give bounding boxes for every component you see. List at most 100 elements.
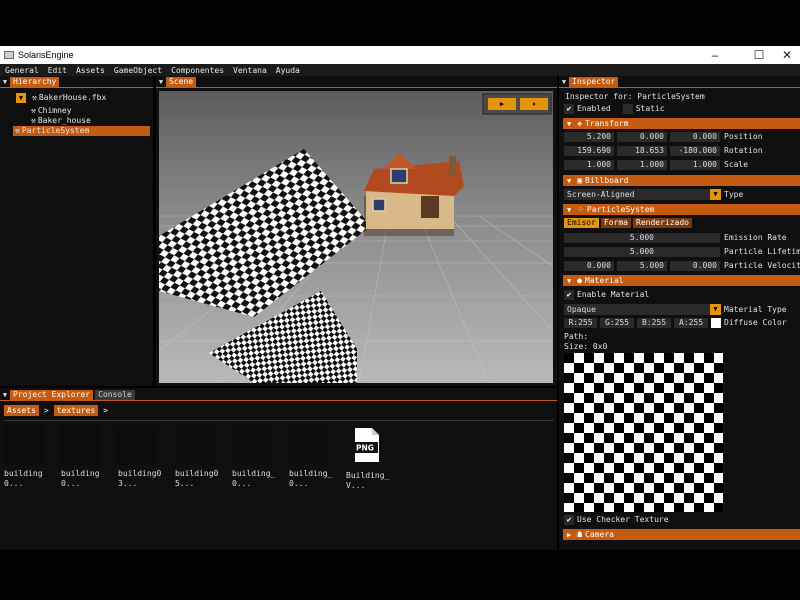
- camera-section-header[interactable]: ▶ ☗ Camera: [563, 529, 800, 540]
- rotation-x-field[interactable]: 159.690: [564, 146, 614, 156]
- emission-rate-field[interactable]: 5.000: [564, 233, 720, 243]
- minimize-button[interactable]: –: [700, 46, 730, 64]
- scale-z-field[interactable]: 1.000: [670, 160, 720, 170]
- tab-console[interactable]: Console: [95, 389, 135, 400]
- scene-viewport[interactable]: [159, 91, 553, 383]
- position-z-field[interactable]: 0.000: [670, 132, 720, 142]
- asset-item[interactable]: PNG Building_ V...: [346, 425, 392, 491]
- diffuse-color-swatch[interactable]: [711, 318, 721, 328]
- particle-lifetime-label: Particle Lifetime: [724, 247, 800, 256]
- asset-name: Building_ V...: [346, 471, 390, 490]
- hierarchy-item-baker-house[interactable]: ⚒ Baker_house: [31, 116, 91, 126]
- breadcrumb-textures[interactable]: textures: [53, 405, 99, 416]
- hierarchy-item-bakerhouse[interactable]: ▼ ⚒ BakerHouse.fbx: [16, 93, 106, 103]
- particlesystem-section-header[interactable]: ▼ ⁘ ParticleSystem: [563, 204, 800, 215]
- hierarchy-item-chimney[interactable]: ⚒ Chimney: [31, 106, 72, 116]
- tab-forma[interactable]: Forma: [600, 218, 631, 228]
- play-button[interactable]: ▶: [488, 98, 516, 110]
- color-r-field[interactable]: R:255: [564, 318, 597, 328]
- inspector-collapse-icon[interactable]: ▼: [559, 78, 569, 86]
- expand-arrow-icon: ▶: [567, 530, 572, 539]
- breadcrumb-assets[interactable]: Assets: [4, 405, 39, 416]
- enable-material-row: ✔ Enable Material: [564, 290, 649, 300]
- object-icon: ⚒: [15, 126, 20, 135]
- collapse-arrow-icon: ▼: [567, 205, 572, 214]
- velocity-z-field[interactable]: 0.000: [670, 261, 720, 271]
- color-g-field[interactable]: G:255: [600, 318, 634, 328]
- use-checker-checkbox[interactable]: ✔: [564, 515, 574, 525]
- scene-collapse-icon[interactable]: ▼: [156, 78, 166, 86]
- menu-edit[interactable]: Edit: [48, 66, 67, 75]
- asset-name: building_ 0...: [289, 469, 333, 488]
- texture-path-label: Path:: [564, 332, 589, 341]
- project-collapse-icon[interactable]: ▼: [0, 391, 10, 399]
- hierarchy-collapse-icon[interactable]: ▼: [0, 78, 10, 86]
- menu-gameobject[interactable]: GameObject: [114, 66, 162, 75]
- expand-arrow-icon[interactable]: ▼: [16, 93, 26, 103]
- texture-thumbnail: [175, 425, 215, 465]
- dropdown-arrow-icon[interactable]: ▼: [710, 189, 721, 200]
- asset-item[interactable]: building0 5...: [175, 425, 221, 489]
- breadcrumb-separator: >: [43, 406, 49, 415]
- velocity-x-field[interactable]: 0.000: [564, 261, 614, 271]
- asset-name: building 0...: [4, 469, 43, 488]
- tab-inspector[interactable]: Inspector: [569, 76, 619, 87]
- menu-componentes[interactable]: Componentes: [171, 66, 224, 75]
- menu-general[interactable]: General: [5, 66, 39, 75]
- section-title: Billboard: [585, 176, 629, 185]
- enabled-checkbox[interactable]: ✔: [564, 104, 574, 114]
- asset-name: building_ 0...: [232, 469, 276, 488]
- close-button[interactable]: ✕: [772, 46, 800, 64]
- material-section-header[interactable]: ▼ ● Material: [563, 275, 800, 286]
- menu-assets[interactable]: Assets: [76, 66, 105, 75]
- asset-item[interactable]: building 0...: [61, 425, 107, 489]
- tab-hierarchy[interactable]: Hierarchy: [10, 76, 60, 87]
- tab-renderizado[interactable]: Renderizado: [633, 218, 692, 228]
- static-checkbox[interactable]: [622, 104, 633, 114]
- png-file-icon: PNG: [352, 428, 379, 462]
- transform-section-header[interactable]: ▼ ✥ Transform: [563, 118, 800, 129]
- breadcrumb: Assets > textures >: [4, 405, 113, 416]
- tab-scene[interactable]: Scene: [166, 76, 197, 87]
- static-label: Static: [635, 104, 665, 113]
- scale-label: Scale: [724, 160, 749, 169]
- hierarchy-item-label: Chimney: [37, 106, 72, 115]
- rotation-z-field[interactable]: -180.000: [670, 146, 720, 156]
- asset-item[interactable]: building_ 0...: [232, 425, 278, 489]
- texture-thumbnail: [289, 425, 329, 465]
- billboard-icon: ▣: [577, 176, 583, 185]
- scale-y-field[interactable]: 1.000: [617, 160, 667, 170]
- texture-thumbnail: [118, 425, 158, 465]
- billboard-section-header[interactable]: ▼ ▣ Billboard: [563, 175, 800, 186]
- project-explorer-panel: ▼ Project Explorer Console Assets > text…: [0, 388, 557, 550]
- rotation-y-field[interactable]: 18.653: [617, 146, 667, 156]
- asset-item[interactable]: building 0...: [4, 425, 50, 489]
- section-title: Transform: [585, 119, 629, 128]
- particle-lifetime-field[interactable]: 5.000: [564, 247, 720, 257]
- tab-emisor[interactable]: Emisor: [564, 218, 599, 228]
- color-b-field[interactable]: B:255: [637, 318, 671, 328]
- velocity-y-field[interactable]: 5.000: [617, 261, 667, 271]
- asset-item[interactable]: building_ 0...: [289, 425, 335, 489]
- rotation-label: Rotation: [724, 146, 763, 155]
- material-type-dropdown[interactable]: Opaque: [564, 304, 710, 315]
- position-y-field[interactable]: 0.000: [617, 132, 667, 142]
- app-icon: [4, 51, 14, 59]
- hierarchy-item-particlesystem[interactable]: ⚒ ParticleSystem: [13, 126, 150, 136]
- position-x-field[interactable]: 5.200: [564, 132, 614, 142]
- tab-project-explorer[interactable]: Project Explorer: [10, 389, 94, 400]
- pause-button[interactable]: ⏸: [520, 98, 548, 110]
- dropdown-arrow-icon[interactable]: ▼: [710, 304, 721, 315]
- enable-material-checkbox[interactable]: ✔: [564, 290, 574, 300]
- asset-item[interactable]: building0 3...: [118, 425, 164, 489]
- color-a-field[interactable]: A:255: [674, 318, 708, 328]
- menu-ventana[interactable]: Ventana: [233, 66, 267, 75]
- billboard-type-dropdown[interactable]: Screen-Aligned: [564, 189, 710, 200]
- particle-tabs: Emisor Forma Renderizado: [564, 218, 692, 228]
- enabled-row: ✔ Enabled Static: [564, 104, 665, 114]
- png-badge: PNG: [356, 444, 374, 453]
- scale-x-field[interactable]: 1.000: [564, 160, 614, 170]
- hierarchy-item-label: BakerHouse.fbx: [38, 93, 107, 102]
- menu-ayuda[interactable]: Ayuda: [276, 66, 300, 75]
- maximize-button[interactable]: ☐: [744, 46, 774, 64]
